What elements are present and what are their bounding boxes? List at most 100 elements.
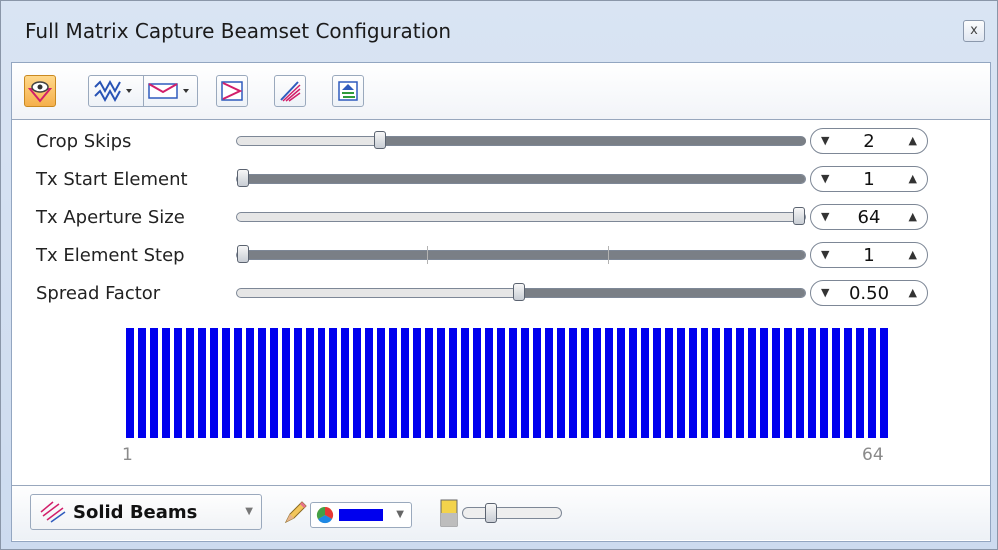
spread-factor-slider[interactable] [236,283,806,301]
decrement-icon[interactable]: ▼ [821,172,829,185]
crop-skips-slider[interactable] [236,131,806,149]
beam-fan-button[interactable] [274,75,306,107]
increment-icon[interactable]: ▲ [909,134,917,147]
slider-thumb[interactable] [374,131,386,149]
tx-start-element-spinner[interactable]: ▼ 1 ▲ [810,166,928,192]
element-bar [868,328,877,438]
element-bar [185,328,194,438]
increment-icon[interactable]: ▲ [909,248,917,261]
color-picker-dropdown[interactable]: ▼ [310,502,412,528]
view-beams-button[interactable] [24,75,56,107]
slider-fill [237,251,805,259]
increment-icon[interactable]: ▲ [909,286,917,299]
element-bar [305,328,314,438]
beam-shape-icon [148,83,189,99]
tx-element-step-slider[interactable] [236,245,806,264]
crop-skips-spinner[interactable]: ▼ 2 ▲ [810,128,928,154]
element-bar [808,328,817,438]
element-bar [688,328,697,438]
spinner-value[interactable]: 64 [839,207,899,228]
element-bar [161,328,170,438]
decrement-icon[interactable]: ▼ [821,248,829,261]
color-swatch [339,509,383,521]
element-bar [509,328,517,438]
beam-shape-dropdown[interactable] [144,76,198,106]
setting-label: Crop Skips [36,131,132,152]
slider-tick [608,246,609,264]
element-bar [413,328,422,438]
slider-thumb[interactable] [237,245,249,263]
element-bar [556,328,565,438]
tx-aperture-size-spinner[interactable]: ▼ 64 ▲ [810,204,928,230]
element-bar [401,328,410,438]
element-bar [473,328,482,438]
element-bar [520,328,529,438]
tx-element-step-spinner[interactable]: ▼ 1 ▲ [810,242,928,268]
eye-icon [28,81,52,103]
slider-thumb[interactable] [237,169,249,187]
decrement-icon[interactable]: ▼ [821,286,829,299]
element-bar [209,328,218,438]
opacity-slider-thumb[interactable] [485,503,497,523]
spinner-value[interactable]: 1 [839,245,899,266]
element-bar [485,328,494,438]
setting-label: Tx Aperture Size [36,207,185,228]
element-bar [365,328,374,438]
close-button[interactable]: x [963,20,985,42]
element-bar [580,328,589,438]
element-bar [425,328,434,438]
waveform-dropdown[interactable] [89,76,143,106]
increment-icon[interactable]: ▲ [909,210,917,223]
element-bar [461,328,470,438]
spinner-value[interactable]: 0.50 [839,283,899,304]
element-bar [796,328,805,438]
element-bar [137,328,146,438]
pencil-icon[interactable] [282,498,308,528]
element-bar [664,328,673,438]
element-bar [772,328,781,438]
beam-fan-icon [280,81,301,102]
reverse-beam-button[interactable] [216,75,248,107]
slider-thumb[interactable] [513,283,525,301]
element-bar [317,328,326,438]
title-bar: Full Matrix Capture Beamset Configuratio… [1,1,997,61]
element-bar [568,328,577,438]
slider-fill [519,289,805,297]
setting-label: Tx Element Step [36,245,185,266]
setting-row-tx-start-element: Tx Start Element ▼ 1 ▲ [12,163,990,197]
slider-tick [427,246,428,264]
element-bar [736,328,745,438]
beam-plot-button[interactable] [332,75,364,107]
element-bar [640,328,649,438]
element-bar [760,328,769,438]
slider-thumb[interactable] [793,207,805,225]
element-bar-plot [124,328,890,438]
decrement-icon[interactable]: ▼ [821,134,829,147]
tx-aperture-size-slider[interactable] [236,207,806,225]
opacity-slider[interactable] [462,503,562,523]
spinner-value[interactable]: 1 [839,169,899,190]
element-bar [449,328,458,438]
setting-row-tx-aperture-size: Tx Aperture Size ▼ 64 ▲ [12,201,990,235]
element-bar [293,328,302,438]
element-bar [497,328,505,438]
toolbar [12,63,990,120]
render-mode-dropdown[interactable]: Solid Beams ▼ [30,494,262,530]
element-axis-min: 1 [122,445,133,465]
beamset-config-window: Full Matrix Capture Beamset Configuratio… [0,0,998,550]
element-bar [604,328,613,438]
decrement-icon[interactable]: ▼ [821,210,829,223]
element-bar [748,328,757,438]
element-bar [197,328,206,438]
content-frame: Crop Skips ▼ 2 ▲ Tx Start Element ▼ 1 ▲ [11,62,991,542]
element-bar [532,328,541,438]
spread-factor-spinner[interactable]: ▼ 0.50 ▲ [810,280,928,306]
chevron-down-icon: ▼ [245,506,253,517]
element-bar [592,328,601,438]
spinner-value[interactable]: 2 [839,131,899,152]
slider-fill [376,137,806,145]
increment-icon[interactable]: ▲ [909,172,917,185]
window-title: Full Matrix Capture Beamset Configuratio… [25,19,452,43]
tx-start-element-slider[interactable] [236,169,806,187]
element-bar [844,328,853,438]
